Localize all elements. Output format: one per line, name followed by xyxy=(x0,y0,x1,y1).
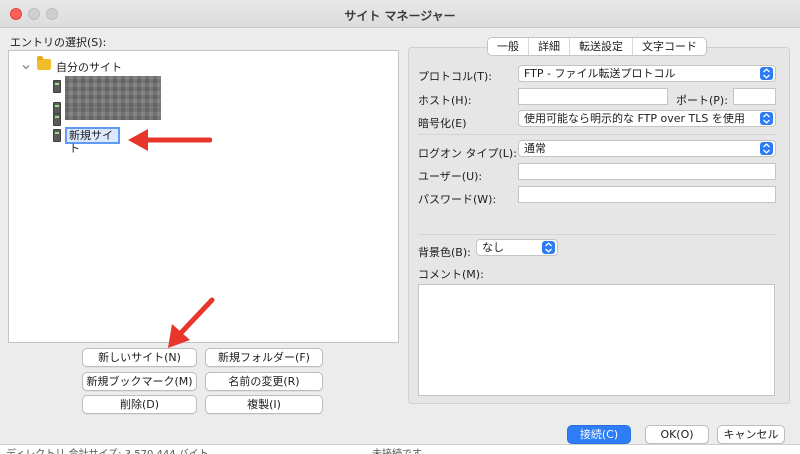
entry-select-label: エントリの選択(S): xyxy=(10,36,107,49)
comment-textarea[interactable] xyxy=(418,284,775,396)
tab-general[interactable]: 一般 xyxy=(488,38,529,55)
port-label: ポート(P): xyxy=(676,94,728,107)
user-input[interactable] xyxy=(518,163,776,180)
tab-transfer-settings[interactable]: 転送設定 xyxy=(570,38,633,55)
new-site-button[interactable]: 新しいサイト(N) xyxy=(82,348,197,367)
encryption-value: 使用可能なら明示的な FTP over TLS を使用 xyxy=(524,112,745,125)
encryption-label: 暗号化(E) xyxy=(418,117,467,130)
divider xyxy=(418,234,776,235)
settings-tabs: 一般 詳細 転送設定 文字コード xyxy=(487,37,707,56)
tree-root-label[interactable]: 自分のサイト xyxy=(56,59,122,75)
server-icon xyxy=(53,129,61,142)
password-label: パスワード(W): xyxy=(418,193,497,206)
encryption-select[interactable]: 使用可能なら明示的な FTP over TLS を使用 xyxy=(518,110,776,127)
site-manager-window: サイト マネージャー エントリの選択(S): 自分のサイト 新規サイト 新しいサ… xyxy=(0,0,800,454)
host-label: ホスト(H): xyxy=(418,94,472,107)
rename-button[interactable]: 名前の変更(R) xyxy=(205,372,323,391)
background-color-value: なし xyxy=(482,241,504,254)
updown-arrows-icon xyxy=(760,112,773,125)
new-site-entry[interactable]: 新規サイト xyxy=(65,127,120,155)
status-bar: ディレクトリ 合計サイズ: 3,570,444 バイト 未接続です xyxy=(0,444,800,454)
background-color-select[interactable]: なし xyxy=(476,239,558,256)
background-color-label: 背景色(B): xyxy=(418,246,471,259)
protocol-select[interactable]: FTP - ファイル転送プロトコル xyxy=(518,65,776,82)
cancel-button[interactable]: キャンセル xyxy=(717,425,785,444)
protocol-value: FTP - ファイル転送プロトコル xyxy=(524,67,676,80)
redacted-site-name[interactable] xyxy=(65,76,161,107)
comment-label: コメント(M): xyxy=(418,268,484,281)
connect-button[interactable]: 接続(C) xyxy=(567,425,631,444)
server-icon xyxy=(53,113,61,126)
delete-button[interactable]: 削除(D) xyxy=(82,395,197,414)
updown-arrows-icon xyxy=(760,142,773,155)
annotation-arrow xyxy=(128,129,212,151)
redacted-site-name[interactable] xyxy=(65,107,161,120)
new-folder-button[interactable]: 新規フォルダー(F) xyxy=(205,348,323,367)
tab-charset[interactable]: 文字コード xyxy=(633,38,706,55)
ok-button[interactable]: OK(O) xyxy=(645,425,709,444)
host-input[interactable] xyxy=(518,88,668,105)
title-bar: サイト マネージャー xyxy=(0,0,800,28)
new-bookmark-button[interactable]: 新規ブックマーク(M) xyxy=(82,372,197,391)
status-right-text: 未接続です xyxy=(372,445,422,454)
chevron-down-icon[interactable] xyxy=(21,62,31,72)
duplicate-button[interactable]: 複製(I) xyxy=(205,395,323,414)
logon-type-select[interactable]: 通常 xyxy=(518,140,776,157)
user-label: ユーザー(U): xyxy=(418,170,483,183)
annotation-arrow xyxy=(168,297,215,348)
status-left-text: ディレクトリ 合計サイズ: 3,570,444 バイト xyxy=(6,445,209,454)
password-input[interactable] xyxy=(518,186,776,203)
port-input[interactable] xyxy=(733,88,776,105)
window-title: サイト マネージャー xyxy=(344,9,456,23)
server-icon xyxy=(53,80,61,93)
folder-icon xyxy=(37,56,51,70)
protocol-label: プロトコル(T): xyxy=(418,70,493,83)
tab-advanced[interactable]: 詳細 xyxy=(529,38,570,55)
updown-arrows-icon xyxy=(542,241,555,254)
logon-type-value: 通常 xyxy=(524,142,546,155)
logon-type-label: ログオン タイプ(L): xyxy=(418,147,517,160)
divider xyxy=(418,134,776,135)
updown-arrows-icon xyxy=(760,67,773,80)
